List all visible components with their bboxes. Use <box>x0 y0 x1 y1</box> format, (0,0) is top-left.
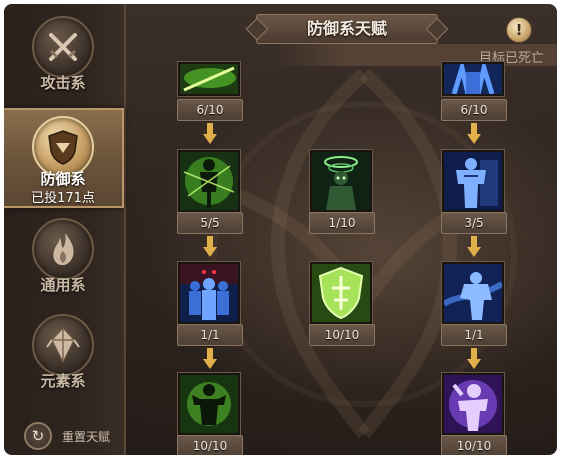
connector-arrow-icon <box>467 123 481 144</box>
green-energy-man-icon <box>178 150 240 212</box>
talent-node-right-4[interactable] <box>442 373 504 435</box>
green-shield-icon <box>310 262 372 324</box>
connector-arrow-icon <box>203 123 217 144</box>
info-button[interactable]: ! <box>506 17 532 43</box>
blue-muscle-man-icon <box>442 150 504 212</box>
talent-node-left-4[interactable] <box>178 373 240 435</box>
connector-arrow-icon <box>203 236 217 257</box>
talent-level-left-2: 5/5 <box>177 212 243 234</box>
green-slash-icon <box>178 62 240 96</box>
tab-element[interactable]: 元素系 <box>4 310 122 396</box>
reset-icon: ↻ <box>24 422 52 450</box>
talent-panel: 攻击系 防御系 已投171点 通用系 元素系 ↻ 重置天赋 防御系天赋 ! 目标… <box>4 4 557 455</box>
talent-level-middle-1: 1/10 <box>309 212 375 234</box>
talent-node-left-3[interactable] <box>178 262 240 324</box>
talent-level-right-4: 10/10 <box>441 435 507 455</box>
talent-level-middle-2: 10/10 <box>309 324 375 346</box>
spent-points-label: 已投171点 <box>31 191 95 206</box>
flame-icon <box>32 218 94 280</box>
halo-figure-icon <box>310 150 372 212</box>
talent-category-sidebar: 攻击系 防御系 已投171点 通用系 元素系 ↻ 重置天赋 <box>4 4 126 455</box>
talent-level-left-4: 10/10 <box>177 435 243 455</box>
talent-node-left-1[interactable] <box>178 62 240 96</box>
tab-general-label: 通用系 <box>40 276 86 294</box>
reset-talents-button[interactable]: ↻ 重置天赋 <box>24 422 110 450</box>
crystal-icon <box>32 314 94 376</box>
talent-node-right-3[interactable] <box>442 262 504 324</box>
talent-description-bar: 目标已死亡 <box>274 44 557 66</box>
blue-dash-figure-icon <box>442 262 504 324</box>
purple-figure-icon <box>442 373 504 435</box>
connector-arrow-icon <box>467 236 481 257</box>
talent-level-left-3: 1/1 <box>177 324 243 346</box>
blue-army-icon <box>178 262 240 324</box>
talent-window-frame: 攻击系 防御系 已投171点 通用系 元素系 ↻ 重置天赋 防御系天赋 ! 目标… <box>0 0 561 459</box>
connector-arrow-icon <box>203 348 217 369</box>
talent-node-right-2[interactable] <box>442 150 504 212</box>
talent-level-left-1: 6/10 <box>177 99 243 121</box>
talent-node-left-2[interactable] <box>178 150 240 212</box>
tab-general[interactable]: 通用系 <box>4 214 122 300</box>
blue-figure-icon <box>442 62 504 96</box>
talent-level-right-2: 3/5 <box>441 212 507 234</box>
tab-defense[interactable]: 防御系 已投171点 <box>4 108 124 208</box>
tab-attack[interactable]: 攻击系 <box>4 12 122 98</box>
talent-node-middle-1[interactable] <box>310 150 372 212</box>
green-muscle-man-icon <box>178 373 240 435</box>
talent-level-right-1: 6/10 <box>441 99 507 121</box>
tab-attack-label: 攻击系 <box>40 74 86 92</box>
talent-node-right-1[interactable] <box>442 62 504 96</box>
connector-arrow-icon <box>467 348 481 369</box>
talent-node-middle-2[interactable] <box>310 262 372 324</box>
crossed-swords-icon <box>32 16 94 78</box>
tab-defense-label: 防御系 <box>40 170 86 188</box>
page-title: 防御系天赋 <box>256 14 438 44</box>
reset-talents-label: 重置天赋 <box>62 429 111 444</box>
talent-level-right-3: 1/1 <box>441 324 507 346</box>
tab-element-label: 元素系 <box>40 372 86 390</box>
